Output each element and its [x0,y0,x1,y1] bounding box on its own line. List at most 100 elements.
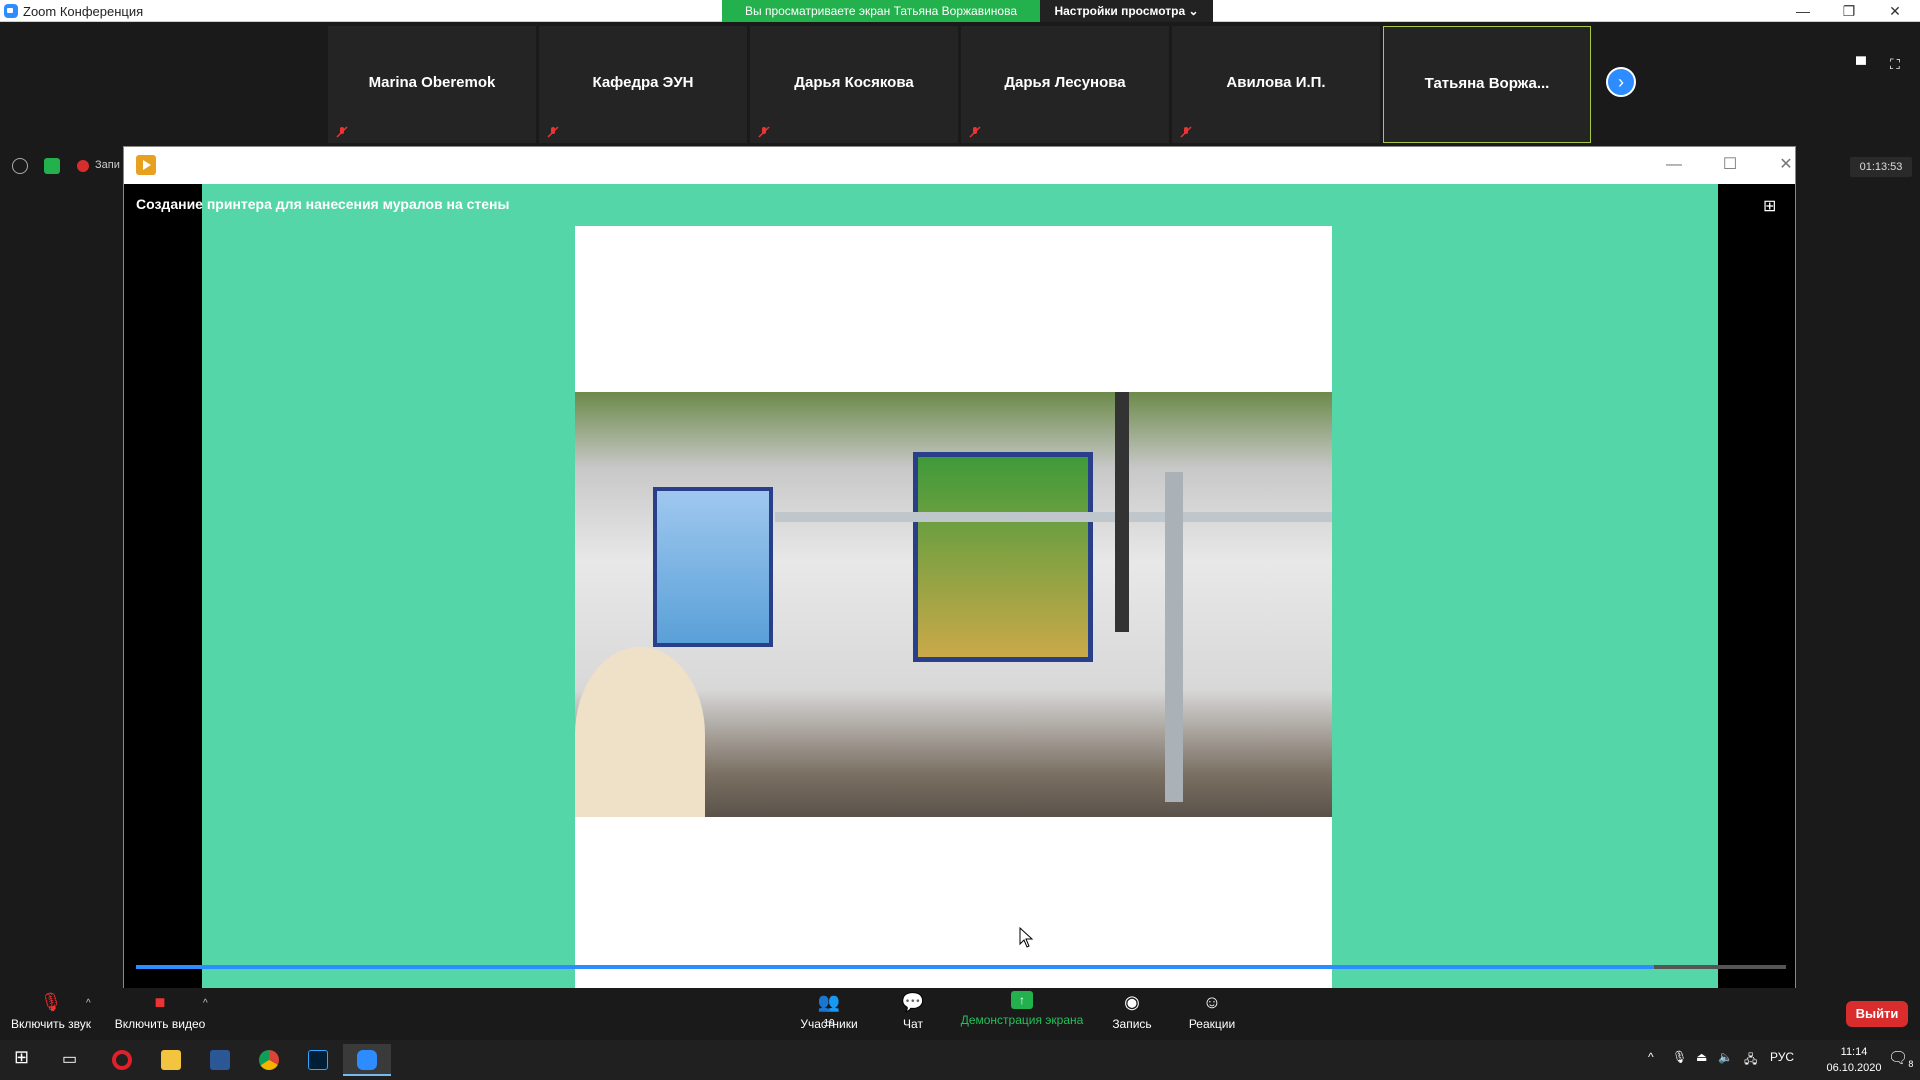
notification-center-icon[interactable]: 🗨8 [1888,1048,1913,1069]
audio-options-caret-icon[interactable]: ^ [86,998,91,1009]
zoom-icon [357,1050,377,1070]
minimize-button[interactable]: — [1780,0,1826,22]
next-page-button[interactable]: › [1606,67,1636,97]
tray-network-icon[interactable]: 🖧 [1744,1050,1757,1071]
tray-usb-icon[interactable]: ⏏ [1696,1050,1707,1064]
chat-icon: 💬 [901,992,925,1012]
video-frame[interactable]: Создание принтера для нанесения муралов … [124,184,1795,989]
participant-tile[interactable]: Marina Oberemok [328,26,536,143]
mic-muted-icon: 🎙 [39,992,63,1012]
leave-meeting-button[interactable]: Выйти [1846,1001,1908,1027]
start-button[interactable]: ⊞ [0,1044,48,1076]
restore-button[interactable]: ❐ [1826,0,1872,22]
player-titlebar: — ☐ ✕ [124,147,1795,184]
participant-tile[interactable]: Дарья Косякова [750,26,958,143]
unmute-label: Включить звук [10,1017,92,1031]
taskbar-explorer[interactable] [147,1044,195,1076]
keyboard-language[interactable]: РУС [1770,1050,1794,1064]
taskbar-chrome[interactable] [245,1044,293,1076]
player-minimize-icon[interactable]: — [1654,153,1694,177]
tray-mic-icon: 🎙 [1672,1050,1688,1064]
opera-icon [112,1050,132,1070]
mouse-cursor-icon [1019,927,1034,948]
chat-label: Чат [903,1017,923,1031]
participant-name: Татьяна Воржа... [1424,75,1550,92]
camera-off-icon: ■ [154,992,166,1012]
file-explorer-icon [161,1050,181,1070]
task-view-icon: ▭ [62,1051,78,1068]
video-title: Создание принтера для нанесения муралов … [136,196,510,212]
video-options-caret-icon[interactable]: ^ [203,998,208,1009]
clock-date: 06.10.2020 [1826,1062,1882,1074]
taskbar-word[interactable] [196,1044,244,1076]
recording-icon [77,160,89,172]
recording-label: Запи [95,159,120,171]
player-close-icon[interactable]: ✕ [1766,153,1806,177]
windows-logo-icon: ⊞ [14,1047,30,1067]
mic-muted-icon [758,126,770,138]
participant-name: Marina Oberemok [368,74,496,91]
shared-media-player-window: — ☐ ✕ Создание принтера для нанесения му… [123,146,1796,989]
view-options-button[interactable]: Настройки просмотра ⌄ [1040,0,1213,22]
printer-rail [775,512,1332,522]
meeting-timer: 01:13:53 [1850,157,1912,177]
share-screen-icon: ↑ [1011,991,1033,1009]
participants-button[interactable]: 👥19 Участники [798,991,860,1031]
chrome-icon [259,1050,279,1070]
start-video-button[interactable]: ■ Включить видео [113,991,207,1031]
photoshop-icon [308,1050,328,1070]
video-progress-fill [136,965,1654,969]
participant-name: Авилова И.П. [1226,74,1326,91]
participants-icon: 👥19 [817,992,841,1029]
player-app-icon [136,155,156,175]
participant-tile-active-speaker[interactable]: Татьяна Воржа... [1383,26,1591,143]
zoom-app-icon [4,4,18,18]
meeting-controls: 🎙 Включить звук ^ ■ Включить видео ^ 👥19… [0,988,1920,1040]
cartoon-mural-image [913,452,1093,662]
video-progress-bar[interactable] [136,965,1786,969]
mic-muted-icon [1180,126,1192,138]
share-screen-label: Демонстрация экрана [960,1013,1084,1027]
mic-muted-icon [336,126,348,138]
security-shield-icon[interactable] [44,158,60,174]
window-titlebar: Zoom Конференция Вы просматриваете экран… [0,0,1920,22]
taskbar-zoom[interactable] [343,1044,391,1076]
picture-in-picture-icon[interactable]: ⊞ [1763,196,1785,215]
meeting-status-row: Запи [0,150,122,180]
close-button[interactable]: ✕ [1872,0,1918,22]
tray-overflow-icon[interactable]: ^ [1648,1050,1654,1064]
printer-head [1115,392,1129,632]
windows-taskbar: ⊞ ▭ ^ 🎙 ⏏ 🔈 🖧 РУС 11:14 06.10.2020 🗨8 [0,1040,1920,1080]
view-layout-icon[interactable]: ▀ [1856,56,1874,72]
participant-name: Дарья Косякова [794,74,914,91]
taskbar-photoshop[interactable] [294,1044,342,1076]
participant-tile[interactable]: Дарья Лесунова [961,26,1169,143]
fullscreen-icon[interactable]: ⛶ [1890,56,1908,72]
taskbar-opera[interactable] [98,1044,146,1076]
window-title: Zoom Конференция [23,4,144,19]
reactions-button[interactable]: ☺ Реакции [1186,991,1238,1031]
screen-share-banner: Вы просматриваете экран Татьяна Воржавин… [722,0,1040,22]
participant-tile[interactable]: Авилова И.П. [1172,26,1380,143]
player-maximize-icon[interactable]: ☐ [1710,153,1750,177]
record-label: Запись [1112,1017,1152,1031]
notification-count: 8 [1908,1059,1914,1070]
record-icon: ◉ [1124,992,1140,1012]
participant-name: Дарья Лесунова [1004,74,1126,91]
castle-mural-image [653,487,773,647]
participant-strip: Marina Oberemok Кафедра ЭУН Дарья Косяко… [0,22,1920,144]
printer-leg [1165,472,1183,802]
participant-name: Кафедра ЭУН [592,74,694,91]
chat-button[interactable]: 💬 Чат [888,991,938,1031]
task-view-button[interactable]: ▭ [48,1044,96,1076]
clock-time: 11:14 [1840,1046,1868,1058]
participant-tile[interactable]: Кафедра ЭУН [539,26,747,143]
participants-label: Участники [800,1017,858,1031]
taskbar-clock[interactable]: 11:14 06.10.2020 [1820,1044,1888,1076]
record-button[interactable]: ◉ Запись [1106,991,1158,1031]
info-icon[interactable] [12,158,28,174]
reactions-icon: ☺ [1202,992,1222,1012]
unmute-button[interactable]: 🎙 Включить звук [8,991,94,1031]
tray-volume-icon[interactable]: 🔈 [1718,1050,1733,1064]
share-screen-button[interactable]: ↑ Демонстрация экрана [958,991,1086,1027]
